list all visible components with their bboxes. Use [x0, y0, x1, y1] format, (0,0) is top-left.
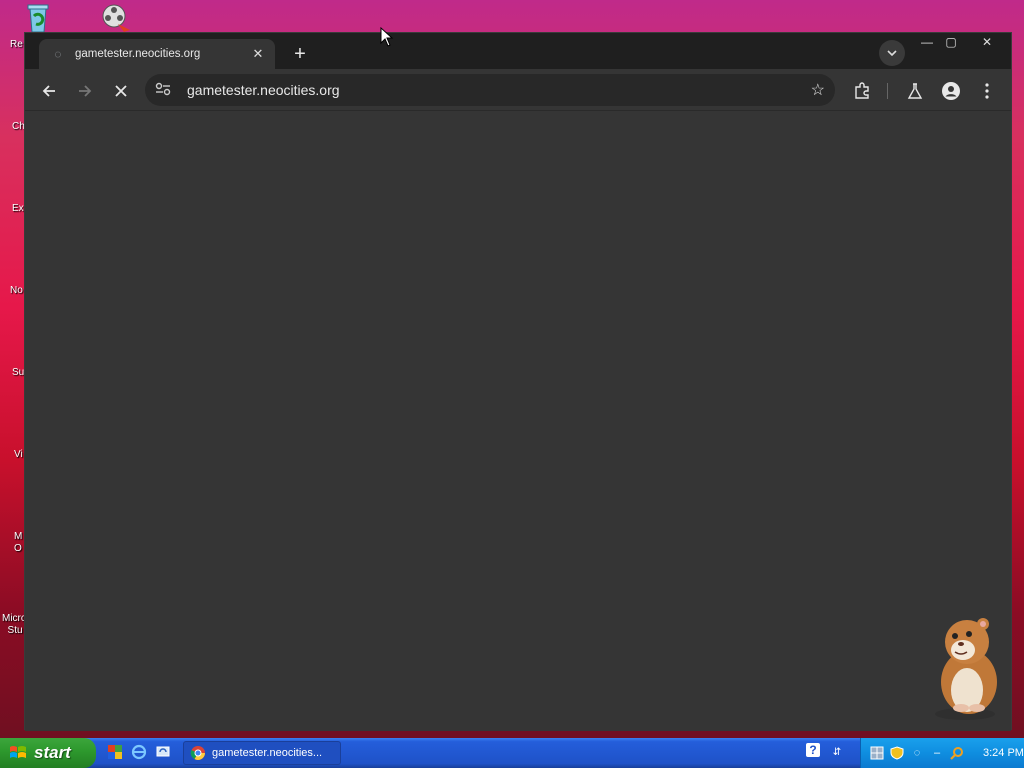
- shield-icon: [890, 746, 904, 760]
- more-vertical-icon: [985, 83, 989, 99]
- system-tray: ◌ – 3:24 PM: [860, 738, 1024, 768]
- loading-favicon-icon: ◌: [54, 47, 62, 61]
- taskbar: start gametester.neocities... ? ⇵ ◌ – 3:…: [0, 738, 1024, 768]
- taskbar-item-browser[interactable]: gametester.neocities...: [183, 741, 341, 765]
- back-button[interactable]: [35, 77, 63, 105]
- chevron-down-icon: [887, 50, 897, 56]
- desktop-label-recycle: Re: [10, 39, 23, 50]
- close-window-button[interactable]: ✕: [963, 33, 1011, 51]
- tab-search-button[interactable]: [879, 40, 905, 66]
- tray-helpers: ? ⇵: [806, 743, 846, 761]
- maximize-button[interactable]: ▢: [939, 33, 963, 51]
- desktop-label-1: Ch: [12, 121, 25, 132]
- desktop-label-5: Vi: [14, 449, 23, 460]
- flask-icon: [907, 83, 923, 99]
- url-text[interactable]: gametester.neocities.org: [177, 82, 811, 98]
- internet-explorer-icon[interactable]: [130, 743, 148, 761]
- desktop-label-4: Su: [12, 367, 25, 378]
- desktop-label-7: Micro Stu: [2, 613, 27, 636]
- security-shield-icon[interactable]: [889, 745, 905, 761]
- desktop-label-2: Ex: [12, 203, 24, 214]
- bookmark-star-icon[interactable]: ☆: [811, 80, 825, 100]
- chrome-icon: [190, 746, 205, 760]
- quick-launch: [106, 743, 172, 761]
- labs-button[interactable]: [901, 77, 929, 105]
- clock[interactable]: 3:24 PM: [983, 747, 1024, 759]
- close-icon: [115, 85, 127, 97]
- desktop-icon: [156, 746, 170, 757]
- forward-button[interactable]: [71, 77, 99, 105]
- quick-launch-app-icon[interactable]: [106, 743, 124, 761]
- windows-logo-icon: [10, 746, 26, 758]
- address-bar[interactable]: gametester.neocities.org ☆: [145, 74, 835, 106]
- film-reel-glyph: [102, 4, 130, 32]
- arrow-right-icon: [79, 85, 92, 97]
- menu-button[interactable]: [973, 77, 1001, 105]
- site-info-icon[interactable]: [155, 82, 177, 99]
- tab-gametester[interactable]: ◌ gametester.neocities.org ✕: [39, 39, 275, 69]
- recycle-bin-glyph: [27, 4, 49, 33]
- ie-logo-icon: [131, 744, 147, 760]
- page-content: [25, 111, 1011, 731]
- magnifier-icon: [950, 747, 963, 760]
- taskbar-item-label: gametester.neocities...: [212, 747, 323, 759]
- toolbar-separator: [887, 83, 888, 99]
- extensions-button[interactable]: [848, 77, 876, 105]
- search-magnifier-icon[interactable]: [949, 745, 965, 761]
- tray-app-icon[interactable]: [869, 745, 885, 761]
- browser-toolbar: gametester.neocities.org ☆: [25, 69, 1011, 111]
- mouse-cursor-icon: [380, 27, 394, 47]
- window-controls: — ▢ ✕: [915, 33, 1011, 51]
- tray-minus-icon[interactable]: –: [929, 745, 945, 761]
- puzzle-icon: [855, 82, 869, 99]
- tune-icon: [155, 82, 171, 95]
- tab-strip: ◌ gametester.neocities.org ✕ + — ▢ ✕: [25, 33, 1011, 69]
- network-arrows-icon[interactable]: ⇵: [828, 743, 846, 761]
- minimize-button[interactable]: —: [915, 33, 939, 51]
- desktop-label-3: No: [10, 285, 23, 296]
- tray-grid-icon: [870, 746, 884, 760]
- new-tab-button[interactable]: +: [287, 41, 313, 67]
- colorful-app-icon: [108, 745, 122, 759]
- desktop-label-6: MO: [14, 531, 23, 554]
- hamster-desktop-pet-icon[interactable]: [925, 612, 1010, 722]
- help-icon[interactable]: ?: [806, 743, 820, 757]
- show-desktop-icon[interactable]: [154, 743, 172, 761]
- start-button[interactable]: start: [0, 738, 96, 768]
- browser-window: ◌ gametester.neocities.org ✕ + — ▢ ✕ gam…: [24, 32, 1012, 731]
- tab-close-icon[interactable]: ✕: [249, 45, 267, 63]
- tab-title: gametester.neocities.org: [75, 48, 201, 60]
- arrow-left-icon: [42, 85, 55, 97]
- profile-button[interactable]: [937, 77, 965, 105]
- stop-loading-button[interactable]: [107, 77, 135, 105]
- start-label: start: [34, 743, 71, 762]
- avatar-icon: [942, 82, 960, 100]
- recycle-bin-icon[interactable]: [8, 2, 68, 34]
- loading-spinner-icon[interactable]: ◌: [909, 745, 925, 761]
- movie-maker-icon[interactable]: [86, 2, 146, 34]
